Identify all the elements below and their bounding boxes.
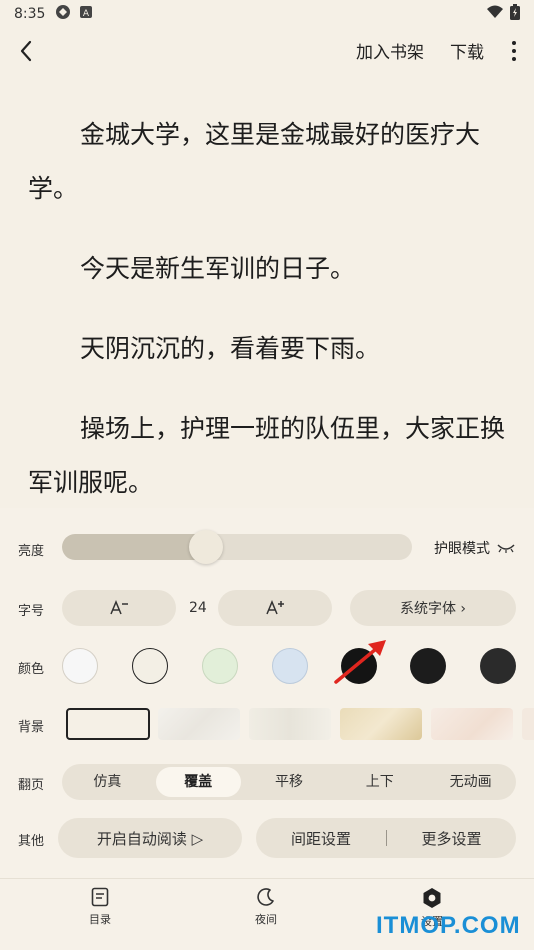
background-swatch-pink[interactable] — [431, 708, 513, 740]
eye-mode-label: 护眼模式 — [434, 541, 490, 557]
back-button[interactable] — [12, 36, 42, 66]
background-swatch-gold[interactable] — [340, 708, 422, 740]
page-turn-option-none[interactable]: 无动画 — [428, 767, 513, 797]
auto-read-button[interactable]: 开启自动阅读 ▷ — [58, 818, 242, 858]
background-swatch-plain-selected[interactable] — [66, 708, 150, 740]
reading-content: 金城大学，这里是金城最好的医疗大学。 今天是新生军训的日子。 天阴沉沉的，看着要… — [28, 108, 514, 500]
font-decrease-icon — [110, 600, 128, 615]
page-turn-option-scroll[interactable]: 上下 — [337, 767, 422, 797]
page-turn-selector: 仿真 覆盖 平移 上下 无动画 — [62, 764, 516, 800]
red-arrow-annotation — [334, 640, 386, 684]
background-swatch-leaf[interactable] — [158, 708, 240, 740]
brightness-slider[interactable] — [62, 534, 412, 560]
catalog-icon — [91, 887, 109, 907]
brightness-row: 亮度 护眼模式 — [0, 508, 534, 584]
vpn-icon — [55, 4, 71, 24]
page-turn-option-simulate[interactable]: 仿真 — [65, 767, 150, 797]
color-swatch-white[interactable] — [62, 648, 98, 684]
paragraph: 天阴沉沉的，看着要下雨。 — [80, 334, 381, 363]
settings-gear-icon — [423, 888, 441, 908]
increase-font-button[interactable] — [218, 590, 332, 626]
background-swatch-partial[interactable] — [522, 708, 534, 740]
font-size-value: 24 — [189, 600, 207, 616]
other-row: 其他 开启自动阅读 ▷ 间距设置 更多设置 — [0, 818, 534, 858]
brightness-fill — [62, 534, 206, 560]
more-options-icon[interactable] — [510, 39, 518, 63]
page-turn-option-cover[interactable]: 覆盖 — [155, 767, 241, 797]
brightness-handle[interactable] — [188, 530, 223, 564]
spacing-settings-button[interactable]: 间距设置 — [256, 828, 386, 849]
spacing-more-group: 间距设置 更多设置 — [256, 818, 516, 858]
background-label: 背景 — [18, 720, 45, 735]
paragraph: 今天是新生军训的日子。 — [80, 254, 356, 283]
watermark: ITMOP.COM — [376, 912, 521, 939]
background-row: 背景 — [0, 706, 534, 746]
color-swatch-green[interactable] — [202, 648, 238, 684]
notification-a-icon: A — [79, 5, 93, 23]
decrease-font-button[interactable] — [62, 590, 176, 626]
status-time: 8:35 — [14, 6, 46, 22]
paragraph: 金城大学，这里是金城最好的医疗大学。 — [28, 120, 481, 203]
font-size-row: 字号 24 系统字体 › — [0, 590, 534, 630]
color-swatch-black-3[interactable] — [480, 648, 516, 684]
paragraph: 操场上，护理一班的队伍里，大家正换军训服呢。 — [28, 414, 506, 497]
color-swatch-cream-selected[interactable] — [132, 648, 168, 684]
font-size-label: 字号 — [18, 604, 45, 619]
page-turn-row: 翻页 仿真 覆盖 平移 上下 无动画 — [0, 764, 534, 800]
color-swatch-black-2[interactable] — [410, 648, 446, 684]
more-settings-button[interactable]: 更多设置 — [387, 828, 516, 849]
system-font-button[interactable]: 系统字体 › — [350, 590, 516, 626]
moon-icon — [257, 888, 274, 906]
nav-night-label: 夜间 — [255, 913, 277, 926]
status-bar: 8:35 A — [0, 0, 534, 28]
wifi-icon — [486, 5, 504, 23]
page-turn-label: 翻页 — [18, 778, 45, 793]
eye-mode-toggle[interactable]: 护眼模式 — [434, 538, 516, 558]
color-row: 颜色 — [0, 640, 534, 688]
other-label: 其他 — [18, 834, 45, 849]
page-turn-option-slide[interactable]: 平移 — [247, 767, 332, 797]
nav-toc-label: 目录 — [89, 913, 111, 926]
color-swatch-blue[interactable] — [272, 648, 308, 684]
reader-toolbar: 加入书架 下载 — [0, 30, 534, 74]
nav-toc[interactable]: 目录 — [70, 887, 130, 927]
closed-eye-icon — [497, 544, 515, 553]
background-swatch-linen[interactable] — [249, 708, 331, 740]
color-label: 颜色 — [18, 662, 45, 677]
chevron-left-icon — [20, 40, 32, 62]
add-to-shelf-button[interactable]: 加入书架 — [356, 38, 424, 63]
battery-icon — [510, 4, 520, 24]
font-increase-icon — [266, 600, 284, 615]
brightness-label: 亮度 — [18, 544, 45, 559]
svg-text:A: A — [83, 9, 90, 19]
nav-night[interactable]: 夜间 — [236, 887, 296, 927]
download-button[interactable]: 下载 — [450, 38, 484, 63]
